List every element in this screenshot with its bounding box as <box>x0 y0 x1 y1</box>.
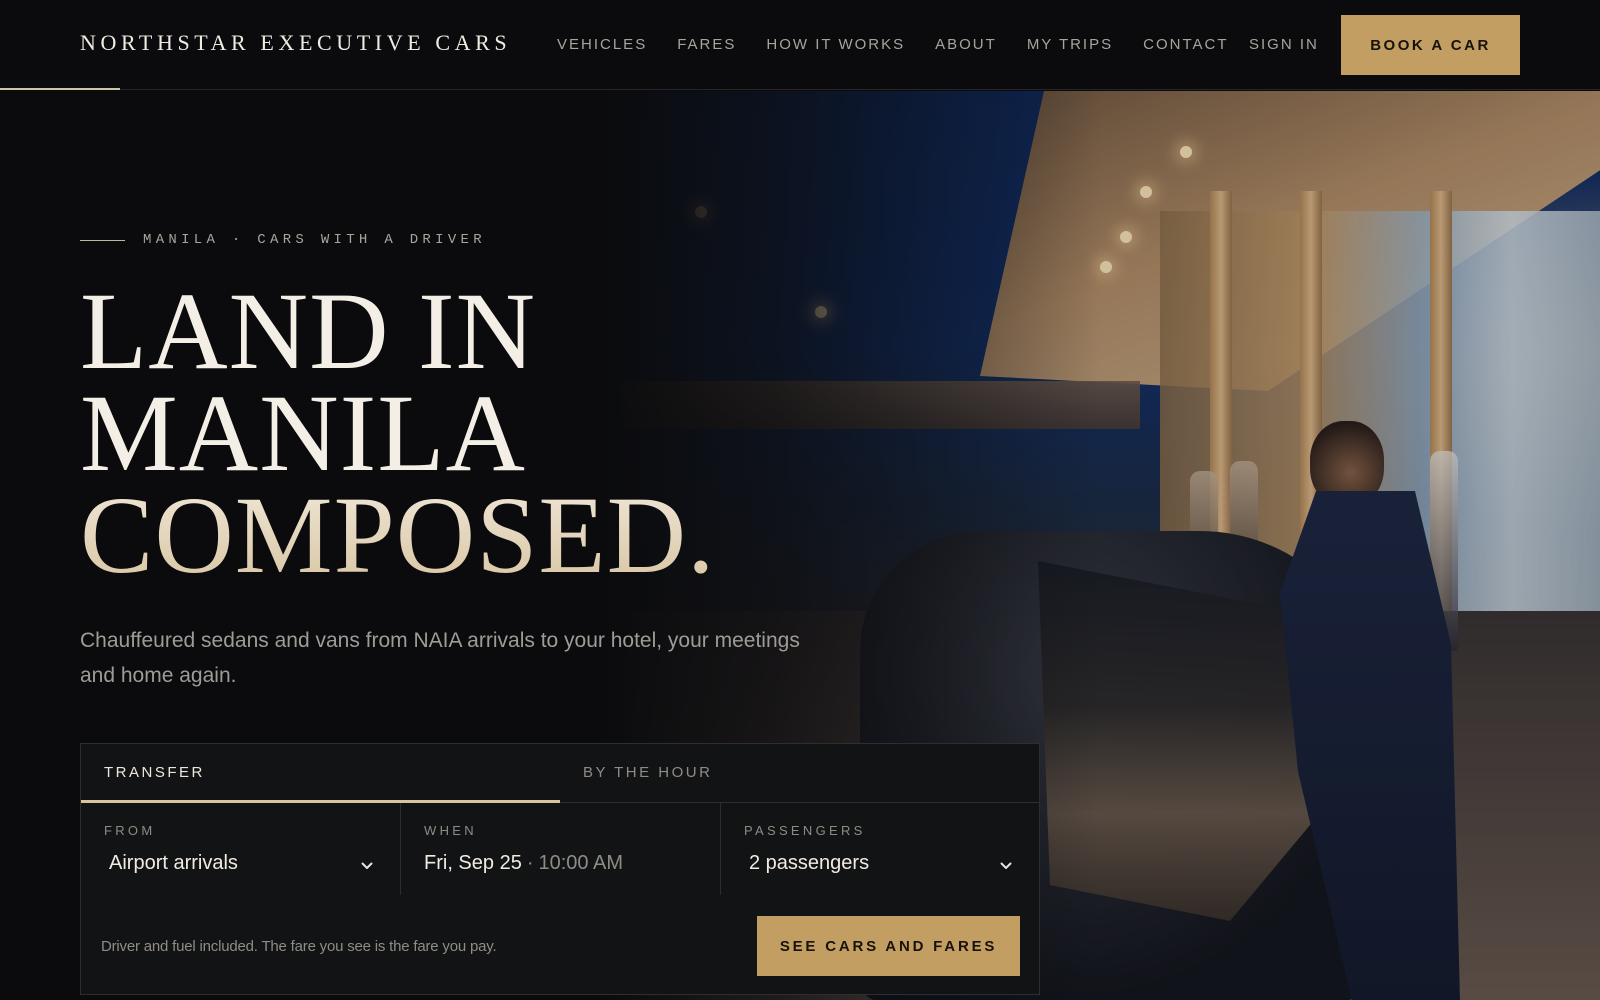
eyebrow-text: MANILA · CARS WITH A DRIVER <box>143 232 486 248</box>
booking-fields: FROM Airport arrivals WHEN Fri, Sep 25 ·… <box>81 803 1039 895</box>
from-label: FROM <box>104 823 156 838</box>
when-date: Fri, Sep 25 <box>424 852 522 874</box>
book-a-car-button[interactable]: BOOK A CAR <box>1341 15 1520 75</box>
nav-about[interactable]: ABOUT <box>935 36 997 53</box>
sign-in-link[interactable]: SIGN IN <box>1249 36 1319 53</box>
headline-line-1: LAND IN <box>80 270 537 392</box>
main-nav: VEHICLES FARES HOW IT WORKS ABOUT MY TRI… <box>557 36 1259 53</box>
tab-by-the-hour[interactable]: BY THE HOUR <box>560 744 1039 802</box>
nav-fares[interactable]: FARES <box>677 36 736 53</box>
headline-line-2: MANILA <box>80 372 526 494</box>
when-value: Fri, Sep 25 · 10:00 AM <box>424 852 720 875</box>
see-cars-and-fares-button[interactable]: SEE CARS AND FARES <box>757 916 1020 976</box>
booking-widget: TRANSFER BY THE HOUR FROM Airport arriva… <box>80 743 1040 995</box>
nav-how-it-works[interactable]: HOW IT WORKS <box>766 36 905 53</box>
chevron-down-icon <box>1000 862 1012 869</box>
passengers-value: 2 passengers <box>749 852 870 874</box>
nav-vehicles[interactable]: VEHICLES <box>557 36 647 53</box>
fare-footnote: Driver and fuel included. The fare you s… <box>101 938 497 955</box>
passengers-label: PASSENGERS <box>744 823 866 838</box>
from-select[interactable]: FROM Airport arrivals <box>81 803 401 895</box>
when-picker[interactable]: WHEN Fri, Sep 25 · 10:00 AM <box>401 803 721 895</box>
eyebrow-rule <box>80 239 125 241</box>
nav-my-trips[interactable]: MY TRIPS <box>1027 36 1113 53</box>
when-time: 10:00 AM <box>538 852 624 874</box>
booking-tabs: TRANSFER BY THE HOUR <box>81 744 1039 803</box>
headline-line-3: COMPOSED. <box>80 474 716 596</box>
when-label: WHEN <box>424 823 477 838</box>
header-accent-line <box>0 88 120 90</box>
chevron-down-icon <box>361 862 373 869</box>
site-header: NORTHSTAR EXECUTIVE CARS VEHICLES FARES … <box>0 0 1600 90</box>
from-value: Airport arrivals <box>109 852 238 874</box>
brand-logo[interactable]: NORTHSTAR EXECUTIVE CARS <box>80 30 511 56</box>
hero-subcopy: Chauffeured sedans and vans from NAIA ar… <box>80 629 800 687</box>
passengers-select[interactable]: PASSENGERS 2 passengers <box>721 803 1039 895</box>
when-separator: · <box>526 852 534 874</box>
hero-headline: LAND IN MANILA COMPOSED. <box>80 270 716 596</box>
tab-transfer[interactable]: TRANSFER <box>81 744 560 803</box>
hero-eyebrow: MANILA · CARS WITH A DRIVER <box>80 232 486 248</box>
nav-contact[interactable]: CONTACT <box>1143 36 1228 53</box>
